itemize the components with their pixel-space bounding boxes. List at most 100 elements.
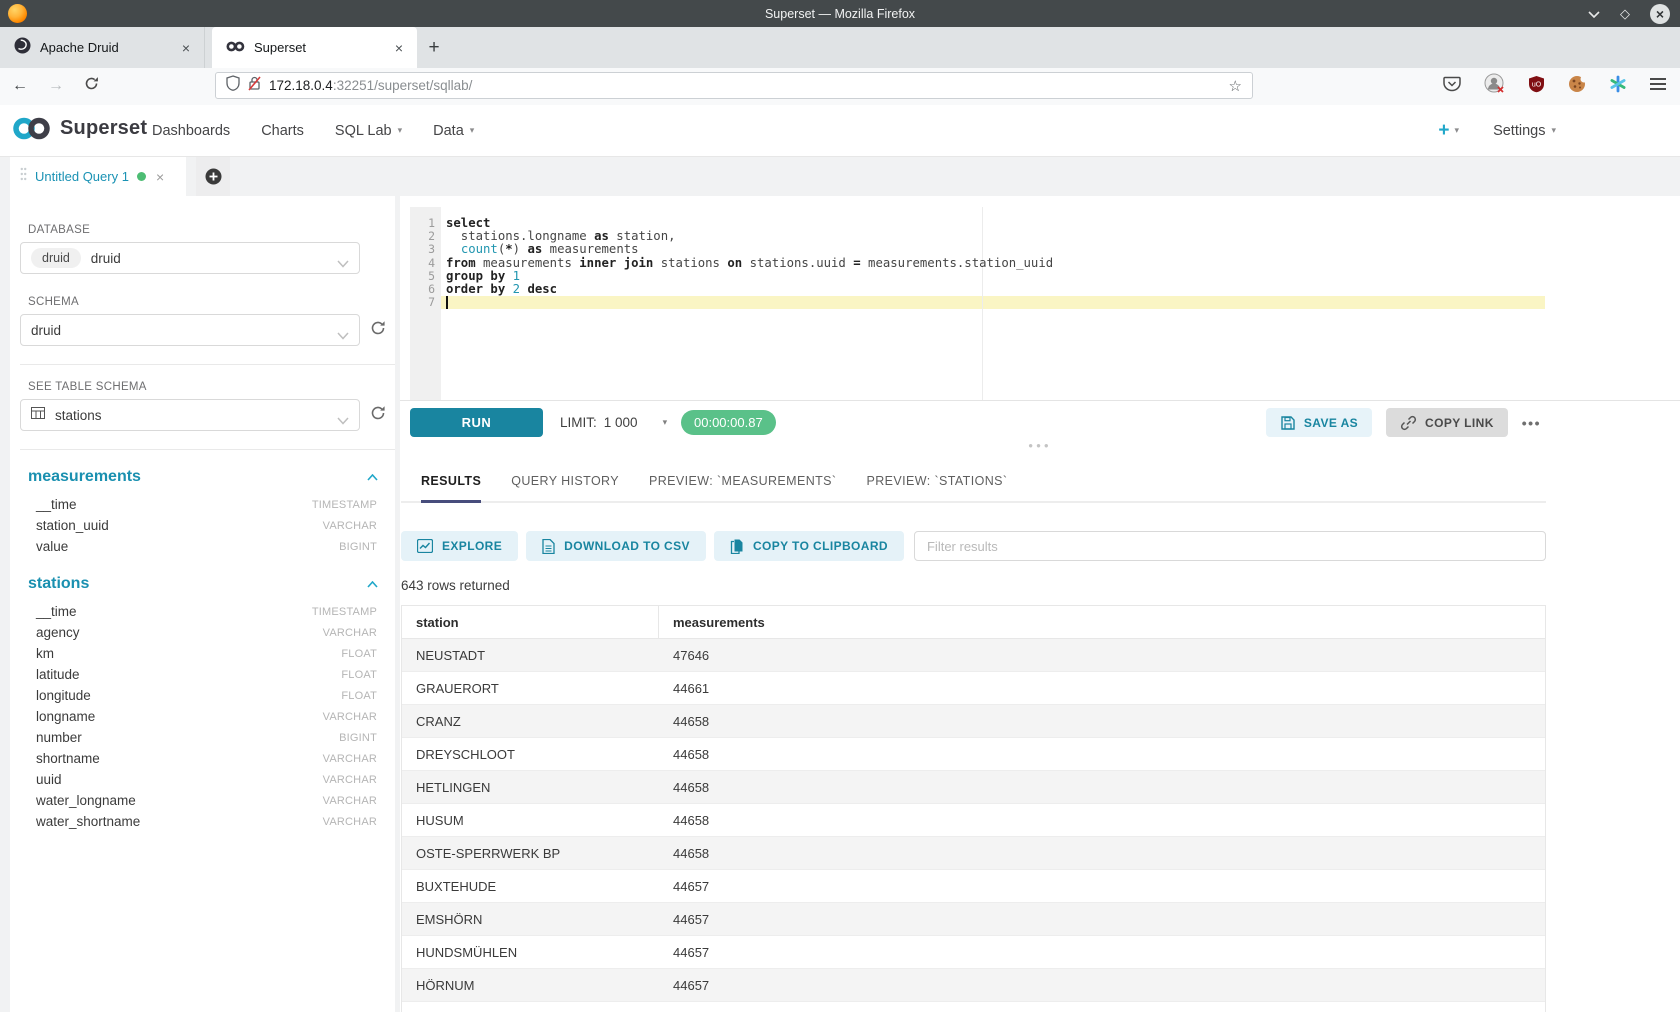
ublock-icon[interactable]: uO xyxy=(1528,75,1545,98)
menu-hamburger-icon[interactable] xyxy=(1650,77,1666,96)
tab-close-icon[interactable]: × xyxy=(393,40,405,56)
database-select[interactable]: druid druid xyxy=(20,242,360,274)
nav-sql-lab[interactable]: SQL Lab▾ xyxy=(335,123,402,139)
column-name: uuid xyxy=(36,772,323,787)
filter-results-input[interactable] xyxy=(914,531,1546,561)
proxy-disabled-icon[interactable] xyxy=(1484,73,1505,99)
window-titlebar: Superset — Mozilla Firefox ◇ × xyxy=(0,0,1680,27)
superset-logo[interactable]: Superset xyxy=(12,116,147,141)
sql-editor[interactable]: 1234567 select stations.longname as stat… xyxy=(400,207,1680,400)
browser-tabstrip: Apache Druid × Superset × + xyxy=(0,27,1680,68)
tab-label: Apache Druid xyxy=(40,40,171,55)
column-header-station[interactable]: station xyxy=(402,606,659,638)
table-cell: KRAUTSAND xyxy=(402,1002,659,1012)
column-type: VARCHAR xyxy=(323,711,377,723)
reload-icon[interactable] xyxy=(84,76,99,96)
tab-close-icon[interactable]: × xyxy=(180,40,192,56)
new-tab-button[interactable]: + xyxy=(417,27,451,68)
nav-data[interactable]: Data▾ xyxy=(433,123,474,139)
column-name: station_uuid xyxy=(36,518,323,533)
table-row: KRAUTSAND44657 xyxy=(402,1002,1545,1012)
column-row: __timeTIMESTAMP xyxy=(36,494,377,515)
database-badge: druid xyxy=(31,248,81,268)
splitter-handle[interactable]: ●●● xyxy=(400,439,1680,453)
line-number: 4 xyxy=(410,257,441,270)
column-header-measurements[interactable]: measurements xyxy=(659,606,1545,638)
add-query-tab-button[interactable] xyxy=(196,157,230,196)
chevron-down-icon: ▾ xyxy=(1455,125,1460,136)
table-row: CRANZ44658 xyxy=(402,705,1545,738)
browser-tab-apache-druid[interactable]: Apache Druid × xyxy=(0,27,205,68)
window-maximize-icon[interactable]: ◇ xyxy=(1620,7,1630,20)
copy-link-button[interactable]: COPY LINK xyxy=(1386,408,1508,437)
window-title: Superset — Mozilla Firefox xyxy=(0,7,1680,21)
url-bar[interactable]: 172.18.0.4:32251/superset/sqllab/ ☆ xyxy=(215,72,1253,99)
download-csv-button[interactable]: DOWNLOAD TO CSV xyxy=(526,531,706,561)
chevron-up-icon[interactable] xyxy=(367,575,378,593)
bookmark-star-icon[interactable]: ☆ xyxy=(1229,77,1242,95)
code-line[interactable]: from measurements inner join stations on… xyxy=(446,257,1680,270)
copy-clipboard-button[interactable]: COPY TO CLIPBOARD xyxy=(714,531,904,561)
insecure-lock-icon[interactable] xyxy=(248,75,261,96)
tab-preview-stations[interactable]: PREVIEW: `STATIONS` xyxy=(866,474,1007,503)
table-row: NEUSTADT47646 xyxy=(402,639,1545,672)
chevron-down-icon: ▾ xyxy=(398,125,403,136)
explore-button[interactable]: EXPLORE xyxy=(401,531,518,561)
window-shade-icon[interactable] xyxy=(1588,5,1600,23)
table-cell: 44657 xyxy=(659,870,1545,902)
schema-select[interactable]: druid xyxy=(20,314,360,346)
results-table-header: stationmeasurements xyxy=(402,606,1545,639)
refresh-tables-icon[interactable] xyxy=(370,405,386,426)
settings-menu[interactable]: Settings▾ xyxy=(1493,123,1556,139)
extension-icon[interactable] xyxy=(1609,75,1627,98)
chevron-up-icon[interactable] xyxy=(367,468,378,486)
tab-query-history[interactable]: QUERY HISTORY xyxy=(511,474,619,503)
column-name: value xyxy=(36,539,339,554)
code-line[interactable] xyxy=(446,296,1680,309)
table-header-measurements[interactable]: measurements xyxy=(28,468,378,486)
table-header-stations[interactable]: stations xyxy=(28,575,378,593)
database-label: DATABASE xyxy=(28,224,395,236)
more-options-icon[interactable]: ••• xyxy=(1522,415,1541,431)
table-name: measurements xyxy=(28,468,367,486)
table-name: stations xyxy=(28,575,367,593)
nav-charts[interactable]: Charts xyxy=(261,123,304,139)
save-icon xyxy=(1280,415,1296,431)
line-number: 2 xyxy=(410,230,441,243)
table-select[interactable]: stations xyxy=(20,399,360,431)
window-close-icon[interactable]: × xyxy=(1650,4,1670,24)
column-row: agencyVARCHAR xyxy=(36,622,377,643)
cookie-icon[interactable] xyxy=(1568,75,1586,98)
pocket-icon[interactable] xyxy=(1443,76,1461,97)
chevron-down-icon xyxy=(337,327,349,345)
table-schema-label: SEE TABLE SCHEMA xyxy=(28,381,395,393)
nav-dashboards[interactable]: Dashboards xyxy=(152,123,230,139)
code-line[interactable]: order by 2 desc xyxy=(446,283,1680,296)
run-button[interactable]: RUN xyxy=(410,408,543,437)
query-tab-close-icon[interactable]: × xyxy=(156,169,164,185)
chevron-down-icon: ▾ xyxy=(663,417,668,428)
query-tab-untitled-query-1[interactable]: Untitled Query 1 × xyxy=(10,157,186,196)
table-cell: HETLINGEN xyxy=(402,771,659,803)
back-icon[interactable]: ← xyxy=(12,77,28,95)
column-row: __timeTIMESTAMP xyxy=(36,601,377,622)
refresh-schema-icon[interactable] xyxy=(370,320,386,341)
save-as-button[interactable]: SAVE AS xyxy=(1266,408,1372,437)
tab-results[interactable]: RESULTS xyxy=(421,474,481,503)
table-cell: 44658 xyxy=(659,738,1545,770)
table-cell: 44657 xyxy=(659,936,1545,968)
browser-tab-superset[interactable]: Superset × xyxy=(212,27,417,68)
code-line[interactable]: group by 1 xyxy=(446,270,1680,283)
editor-code[interactable]: select stations.longname as station, cou… xyxy=(441,207,1680,400)
limit-dropdown[interactable]: LIMIT: 1 000 ▾ xyxy=(560,401,667,444)
shield-icon[interactable] xyxy=(226,75,240,96)
table-row: OSTE-SPERRWERK BP44658 xyxy=(402,837,1545,870)
table-cell: CRANZ xyxy=(402,705,659,737)
forward-icon[interactable]: → xyxy=(48,77,64,95)
tab-preview-measurements[interactable]: PREVIEW: `MEASUREMENTS` xyxy=(649,474,836,503)
new-item-button[interactable]: +▾ xyxy=(1438,121,1459,140)
line-number: 5 xyxy=(410,270,441,283)
drag-handle-icon[interactable] xyxy=(20,167,27,186)
sql-lab-sidebar: DATABASE druid druid SCHEMA druid SEE TA… xyxy=(10,196,395,1012)
table-row: HUNDSMÜHLEN44657 xyxy=(402,936,1545,969)
